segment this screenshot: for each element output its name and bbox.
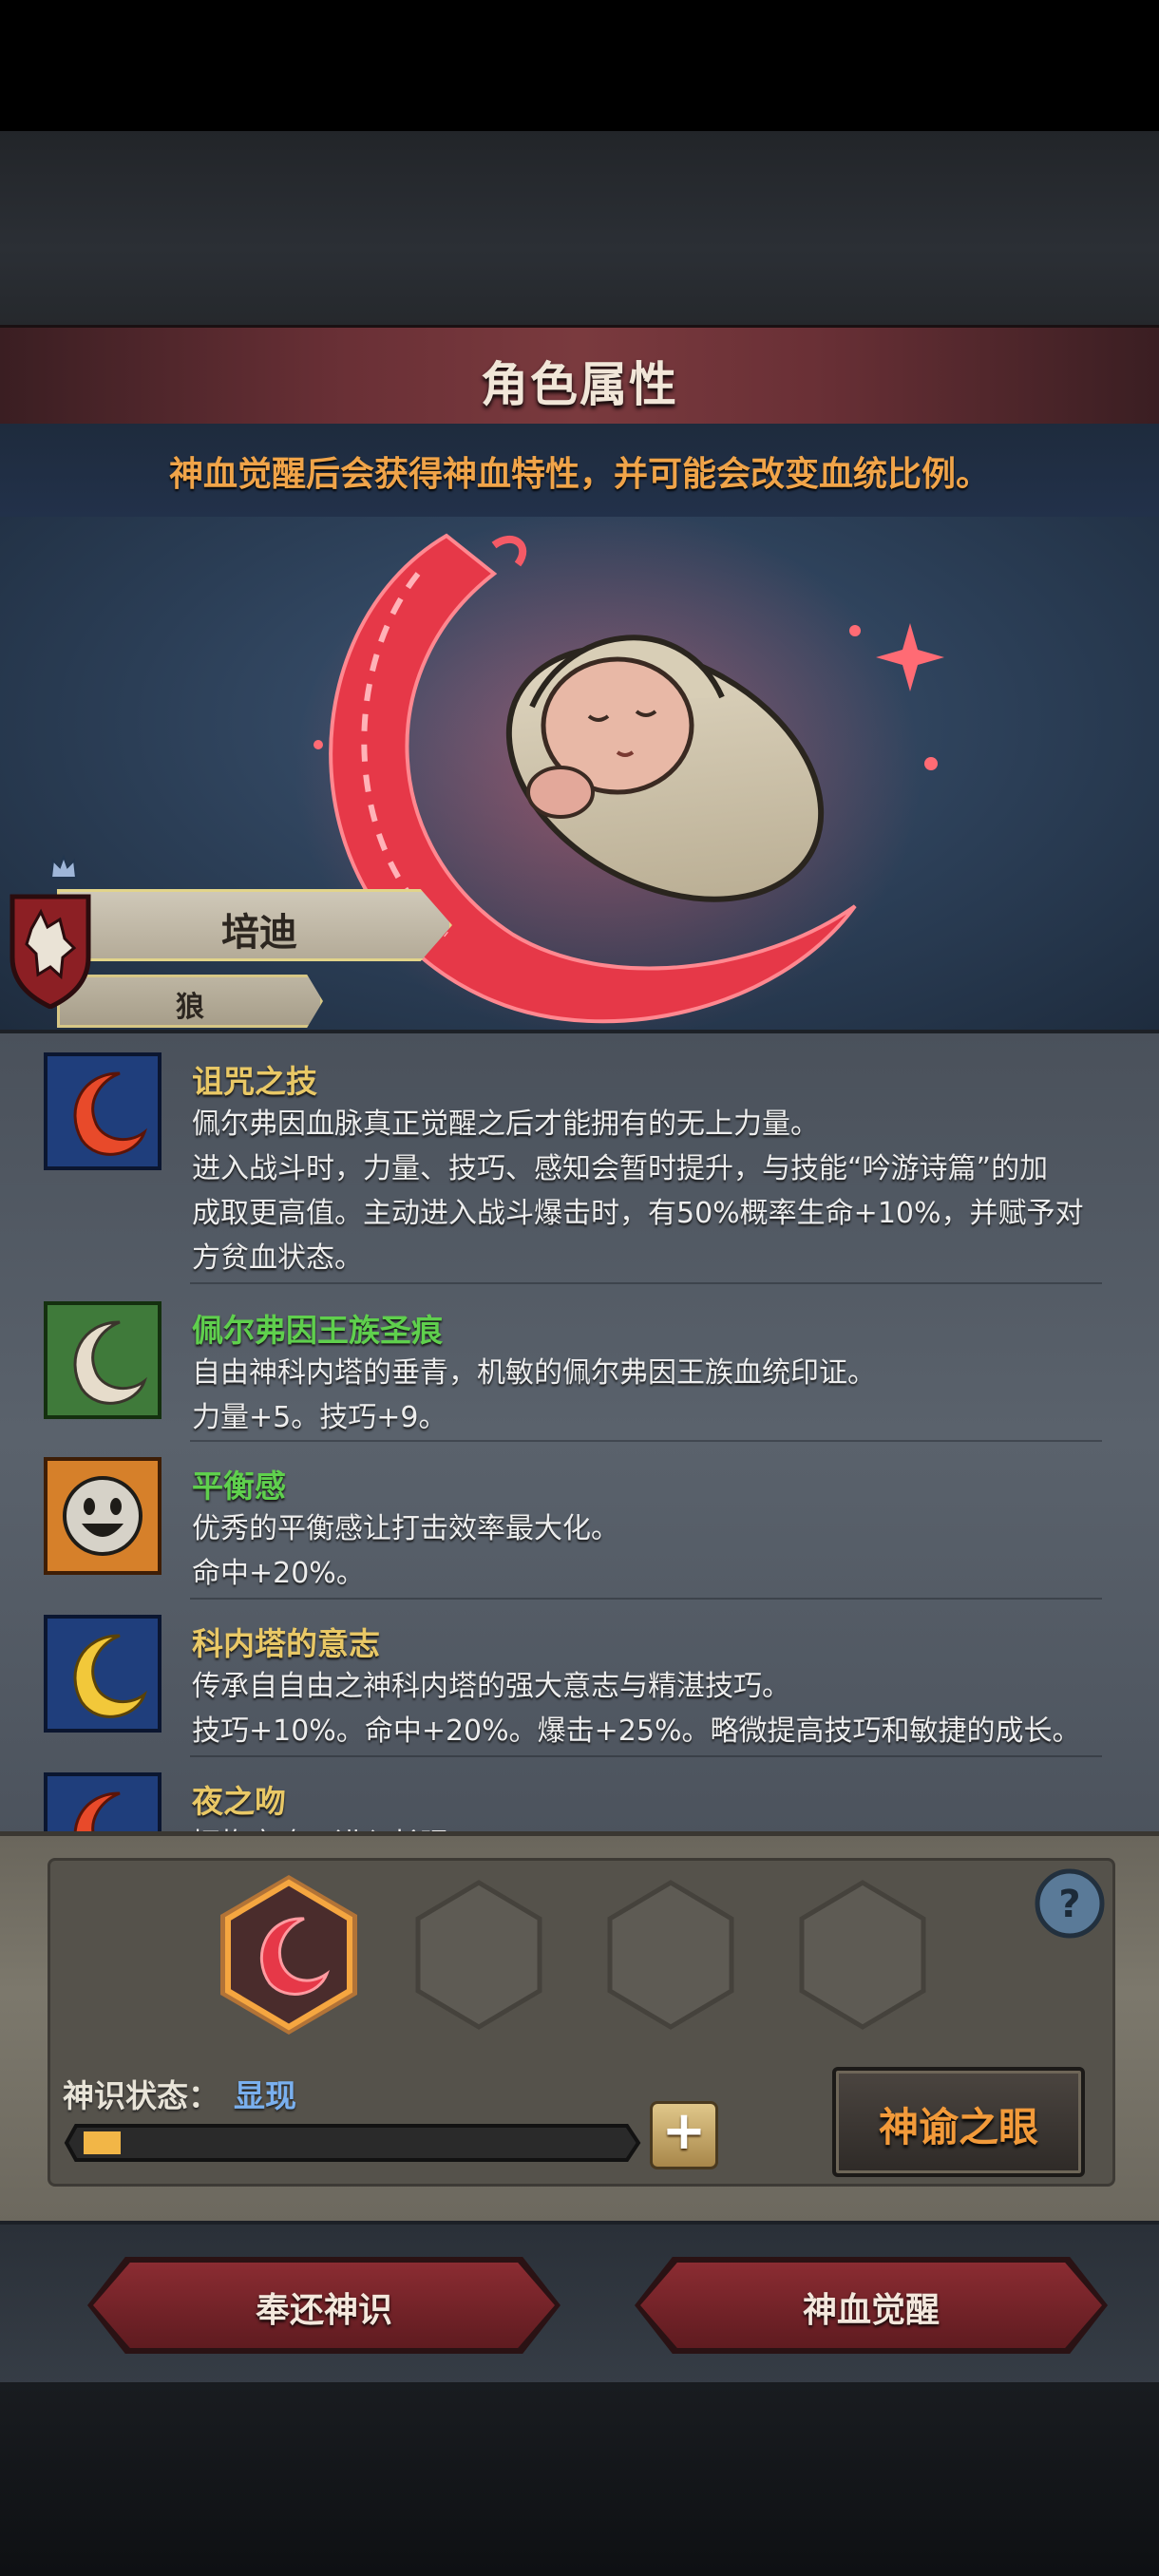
trait-name: 佩尔弗因王族圣痕 — [192, 1312, 443, 1349]
divider — [190, 1440, 1102, 1442]
trait-name: 科内塔的意志 — [192, 1625, 380, 1662]
divine-state-label: 神识状态： — [63, 2077, 219, 2114]
character-tag-plate: 狼 — [57, 975, 323, 1028]
divider — [190, 1282, 1102, 1284]
white-crescent-icon — [44, 1301, 162, 1419]
divine-slot-1[interactable] — [213, 1869, 365, 2040]
red-crescent-icon — [44, 1772, 162, 1837]
header-background — [0, 131, 1159, 327]
divine-state-value: 显现 — [234, 2077, 296, 2114]
page-subtitle: 神血觉醒后会获得神血特性，并可能会改变血统比例。 — [168, 455, 990, 494]
trait-description: 优秀的平衡感让打击效率最大化。 命中+20%。 — [192, 1512, 619, 1590]
oracle-eye-button[interactable]: 神谕之眼 — [832, 2067, 1085, 2177]
trait-name: 平衡感 — [192, 1468, 286, 1505]
divine-slot-3[interactable] — [595, 1869, 747, 2040]
divine-slot-4[interactable] — [787, 1869, 939, 2040]
status-bar-area — [0, 0, 1159, 131]
progress-fill — [84, 2131, 121, 2154]
divider — [190, 1755, 1102, 1757]
character-name: 培迪 — [221, 911, 297, 955]
subtitle-strip: 神血觉醒后会获得神血特性，并可能会改变血统比例。 — [0, 424, 1159, 517]
add-button[interactable]: + — [650, 2100, 718, 2169]
trait-description: 传承自自由之神科内塔的强大意志与精湛技巧。 技巧+10%。命中+20%。爆击+2… — [192, 1670, 1081, 1748]
divine-progress-bar — [63, 2122, 642, 2164]
page-title: 角色属性 — [481, 357, 678, 412]
trait-description: 佩尔弗因血脉真正觉醒之后才能拥有的无上力量。 进入战斗时，力量、技巧、感知会暂时… — [192, 1108, 1084, 1275]
awaken-blood-button[interactable]: 神血觉醒 — [635, 2257, 1108, 2354]
return-divine-button[interactable]: 奉还神识 — [87, 2257, 560, 2354]
help-button[interactable]: ? — [1034, 1867, 1106, 1940]
gold-crescent-icon — [44, 1615, 162, 1733]
rank-crown-icon — [49, 853, 78, 881]
trait-name: 诅咒之技 — [192, 1063, 317, 1100]
divider — [190, 1598, 1102, 1600]
red-crescent-icon — [44, 1052, 162, 1170]
plus-icon: + — [661, 2100, 707, 2162]
bottom-area — [0, 2382, 1159, 2576]
trait-description: 自由神科内塔的垂青，机敏的佩尔弗因王族血统印证。 力量+5。技巧+9。 — [192, 1356, 876, 1434]
help-icon: ? — [1058, 1883, 1080, 1926]
title-banner: 角色属性 — [0, 325, 1159, 429]
character-tag: 狼 — [176, 991, 204, 1024]
divine-slot-2[interactable] — [403, 1869, 555, 2040]
trait-list[interactable]: 诅咒之技 佩尔弗因血脉真正觉醒之后才能拥有的无上力量。 进入战斗时，力量、技巧、… — [0, 1030, 1159, 1837]
character-name-plate: 培迪 — [57, 889, 452, 961]
trait-name: 夜之吻 — [192, 1783, 286, 1820]
wolf-shield-icon — [8, 891, 93, 1010]
smiley-face-icon — [44, 1457, 162, 1575]
